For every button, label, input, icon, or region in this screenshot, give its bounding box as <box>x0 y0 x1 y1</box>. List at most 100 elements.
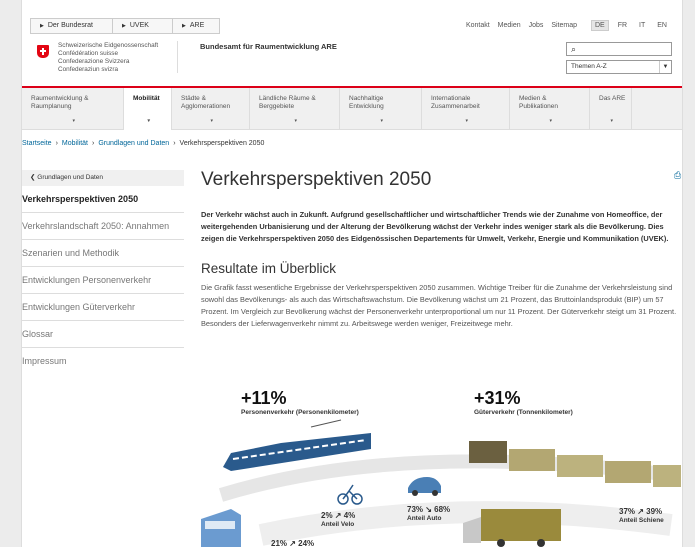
nav-item-label: Mobilität <box>133 95 160 102</box>
nav-item-label: Medien & <box>519 95 547 102</box>
auto-share: 73% ↘ 68% Anteil Auto <box>407 505 450 523</box>
link-kontakt[interactable]: Kontakt <box>466 22 490 29</box>
goods-growth-value: +31% <box>474 388 521 408</box>
lang-de[interactable]: DE <box>590 20 609 31</box>
main-content: Verkehrsperspektiven 2050 Der Verkehr wä… <box>201 168 681 330</box>
nav-item-staedte[interactable]: Städte & Agglomerationen ▾ <box>172 88 250 130</box>
sidebar-item-gueterverkehr[interactable]: Entwicklungen Güterverkehr <box>22 294 184 321</box>
search-input[interactable]: ⌕ <box>566 42 672 56</box>
top-bar: ▶ Der Bundesrat ▶ UVEK ▶ ARE Kontakt Medien… <box>22 14 682 36</box>
schiene-share: 37% ↗ 39% Anteil Schiene <box>619 507 664 525</box>
header-divider <box>177 41 178 73</box>
bicycle-icon <box>337 484 363 505</box>
nav-item-laendliche-raeume[interactable]: Ländliche Räume & Berggebiete ▾ <box>250 88 340 130</box>
breadcrumb-sep-icon: › <box>92 140 95 147</box>
lang-it[interactable]: IT <box>636 21 648 30</box>
chevron-down-icon: ▾ <box>147 118 151 124</box>
swiss-flag-logo[interactable] <box>37 45 49 58</box>
nav-item-medien[interactable]: Medien & Publikationen ▾ <box>510 88 590 130</box>
sidebar-back-button[interactable]: ❮ Grundlagen und Daten <box>22 170 184 186</box>
nav-item-label: Das ARE <box>599 95 626 102</box>
chevron-down-icon: ▾ <box>465 118 469 124</box>
chevron-left-icon: ❮ <box>30 174 36 181</box>
crumb-label: UVEK <box>129 22 149 29</box>
crumb-bundesrat[interactable]: ▶ Der Bundesrat <box>30 18 112 34</box>
sidebar-item-annahmen[interactable]: Verkehrslandschaft 2050: Annahmen <box>22 213 184 240</box>
nav-item-label: Entwicklung <box>349 103 384 110</box>
sidebar-item-glossar[interactable]: Glossar <box>22 321 184 348</box>
chevron-down-icon: ▾ <box>610 118 614 124</box>
nav-item-label: Nachhaltige <box>349 95 384 102</box>
sidebar-item-impressum[interactable]: Impressum <box>22 348 184 374</box>
conf-fr: Confédération suisse <box>58 50 119 57</box>
oev-share-value: 21% ↗ 24% <box>271 539 315 547</box>
goods-growth: +31% Güterverkehr (Tonnenkilometer) <box>474 388 573 416</box>
sidebar-item-szenarien[interactable]: Szenarien und Methodik <box>22 240 184 267</box>
link-sitemap[interactable]: Sitemap <box>551 22 577 29</box>
car-icon <box>408 477 441 496</box>
chevron-down-icon: ▾ <box>294 118 298 124</box>
page-margin-left <box>0 0 22 547</box>
breadcrumb-home[interactable]: Startseite <box>22 140 52 147</box>
select-value: Themen A-Z <box>571 63 607 70</box>
nav-item-label: Raumentwicklung & <box>31 95 89 102</box>
themen-select[interactable]: Themen A-Z ▼ <box>566 60 672 74</box>
infographic: +11% Personenverkehr (Personenkilometer)… <box>201 385 681 547</box>
body-text: Die Grafik fasst wesentliche Ergebnisse … <box>201 283 677 328</box>
crumb-are[interactable]: ▶ ARE <box>172 18 220 34</box>
page-margin-right <box>682 0 695 547</box>
section-title: Resultate im Überblick <box>201 261 337 276</box>
nav-item-label: Ländliche Räume & <box>259 95 316 102</box>
sidebar: ❮ Grundlagen und Daten Verkehrsperspekti… <box>22 170 184 374</box>
breadcrumb-grundlagen[interactable]: Grundlagen und Daten <box>98 140 169 147</box>
conf-it: Confederazione Svizzera <box>58 58 130 65</box>
nav-item-label: Raumplanung <box>31 103 72 110</box>
search-icon: ⌕ <box>571 44 577 54</box>
velo-share-label: Anteil Velo <box>321 521 355 528</box>
bus-icon <box>201 509 241 547</box>
breadcrumb-current: Verkehrsperspektiven 2050 <box>179 140 265 147</box>
nav-item-das-are[interactable]: Das ARE ▾ <box>590 88 632 130</box>
conf-rm: Confederaziun svizra <box>58 66 119 73</box>
schiene-share-label: Anteil Schiene <box>619 517 664 524</box>
nav-item-label: Internationale <box>431 95 471 102</box>
chevron-down-icon: ▾ <box>210 118 214 124</box>
breadcrumb-sep-icon: › <box>55 140 58 147</box>
nav-item-mobilitaet[interactable]: Mobilität ▾ <box>124 88 172 130</box>
site-container: ▶ Der Bundesrat ▶ UVEK ▶ ARE Kontakt Medien… <box>22 0 682 547</box>
chevron-down-icon: ▾ <box>549 118 553 124</box>
crumb-uvek[interactable]: ▶ UVEK <box>112 18 172 34</box>
nav-item-label: Agglomerationen <box>181 103 231 110</box>
oev-share: 21% ↗ 24% <box>271 539 314 547</box>
nav-item-label: Zusammenarbeit <box>431 103 480 110</box>
link-medien[interactable]: Medien <box>498 22 521 29</box>
link-jobs[interactable]: Jobs <box>529 22 544 29</box>
breadcrumb: Startseite › Mobilität › Grundlagen und Date… <box>22 140 264 147</box>
breadcrumb-mobilitaet[interactable]: Mobilität <box>62 140 88 147</box>
auto-share-label: Anteil Auto <box>407 515 442 522</box>
schiene-share-value: 37% ↗ 39% <box>619 507 663 516</box>
nav-item-label: Publikationen <box>519 103 559 110</box>
top-links: Kontakt Medien Jobs Sitemap DE FR IT EN <box>460 20 670 31</box>
velo-share: 2% ↗ 4% Anteil Velo <box>321 511 355 529</box>
confederation-names: Schweizerische Eidgenossenschaft Confédé… <box>58 42 158 74</box>
sidebar-item-personenverkehr[interactable]: Entwicklungen Personenverkehr <box>22 267 184 294</box>
sidebar-back-label: Grundlagen und Daten <box>37 174 104 181</box>
person-growth-label: Personenverkehr (Personenkilometer) <box>241 409 359 416</box>
chevron-down-icon: ▾ <box>380 118 384 124</box>
conf-de: Schweizerische Eidgenossenschaft <box>58 42 159 49</box>
lead-text: Der Verkehr wächst auch in Zukunft. Aufg… <box>201 210 669 243</box>
chevron-down-icon: ▼ <box>659 61 671 73</box>
nav-item-internationale-zusammenarbeit[interactable]: Internationale Zusammenarbeit ▾ <box>422 88 510 130</box>
goods-growth-label: Güterverkehr (Tonnenkilometer) <box>474 409 573 416</box>
office-name: Bundesamt für Raumentwicklung ARE <box>200 42 337 51</box>
breadcrumb-sep-icon: › <box>173 140 176 147</box>
nav-item-nachhaltige-entwicklung[interactable]: Nachhaltige Entwicklung ▾ <box>340 88 422 130</box>
auto-share-value: 73% ↘ 68% <box>407 505 451 514</box>
person-growth: +11% Personenverkehr (Personenkilometer) <box>241 388 359 416</box>
lang-fr[interactable]: FR <box>615 21 630 30</box>
chevron-down-icon: ▾ <box>72 118 76 124</box>
lang-en[interactable]: EN <box>654 21 670 30</box>
sidebar-item-verkehrsperspektiven[interactable]: Verkehrsperspektiven 2050 <box>22 186 184 213</box>
nav-item-raumentwicklung[interactable]: Raumentwicklung & Raumplanung ▾ <box>22 88 124 130</box>
